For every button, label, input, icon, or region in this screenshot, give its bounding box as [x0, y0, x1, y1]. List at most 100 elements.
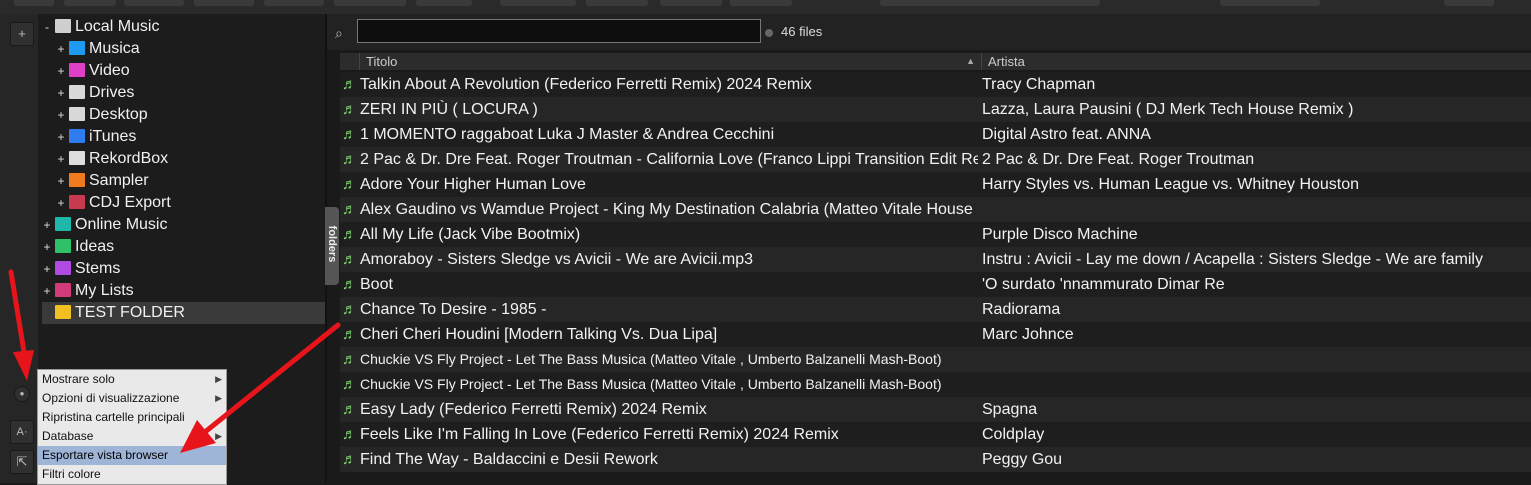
toolbar-button[interactable]	[124, 0, 184, 6]
collapse-icon[interactable]: -	[42, 16, 52, 38]
status-dot-icon	[765, 28, 773, 37]
track-row[interactable]: ♬ 1 MOMENTO raggaboat Luka J Master & And…	[340, 122, 1531, 147]
star-folder-icon	[55, 304, 71, 319]
track-title: Alex Gaudino vs Wamdue Project - King My…	[360, 201, 978, 218]
toolbar-button[interactable]	[64, 0, 116, 6]
table-header: Titolo ▲ Artista	[340, 53, 1531, 70]
track-row[interactable]: ♬ ZERI IN PIÙ ( LOCURA ) Lazza, Laura Paus…	[340, 97, 1531, 122]
add-folder-button[interactable]: +	[10, 22, 34, 46]
track-row[interactable]: ♬ Chuckie VS Fly Project - Let The Bass M…	[340, 372, 1531, 397]
tree-item-stems[interactable]: + Stems	[42, 258, 120, 280]
search-input[interactable]	[357, 19, 761, 43]
tree-item-itunes[interactable]: + iTunes	[56, 126, 136, 148]
expand-icon[interactable]: +	[56, 170, 66, 192]
title-column-header[interactable]: Titolo ▲	[360, 53, 982, 70]
expand-icon[interactable]: +	[56, 38, 66, 60]
toolbar-button[interactable]	[14, 0, 54, 6]
tree-item-label: TEST FOLDER	[75, 304, 185, 321]
track-title: Adore Your Higher Human Love	[360, 176, 586, 193]
tree-item-label: CDJ Export	[89, 194, 171, 211]
menu-item-filtri-colore[interactable]: Filtri colore	[38, 465, 226, 484]
expand-icon[interactable]: +	[42, 280, 52, 302]
track-artist: Tracy Chapman	[982, 76, 1096, 93]
track-artist: Lazza, Laura Pausini ( DJ Merk Tech Hous…	[982, 101, 1354, 118]
toolbar-button[interactable]	[1220, 0, 1320, 6]
submenu-arrow-icon: ▶	[215, 431, 222, 441]
toolbar-button[interactable]	[500, 0, 576, 6]
folders-tab[interactable]: folders	[325, 207, 339, 285]
expand-icon[interactable]: +	[42, 214, 52, 236]
globe-icon	[55, 216, 71, 231]
toolbar-button[interactable]	[660, 0, 722, 6]
expand-icon[interactable]: +	[56, 82, 66, 104]
toolbar-button[interactable]	[880, 0, 1100, 6]
expand-icon[interactable]: +	[56, 104, 66, 126]
menu-item-database[interactable]: Database ▶	[38, 427, 226, 446]
tree-item-label: iTunes	[89, 128, 137, 145]
music-note-icon: ♬	[342, 76, 357, 93]
menu-item-label: Filtri colore	[42, 467, 101, 481]
options-dot-button[interactable]: ●	[14, 386, 30, 402]
track-row[interactable]: ♬ 2 Pac & Dr. Dre Feat. Roger Troutman - …	[340, 147, 1531, 172]
track-row[interactable]: ♬ Find The Way - Baldaccini e Desii Rewor…	[340, 447, 1531, 472]
tree-item-label: Drives	[89, 84, 135, 101]
expand-icon[interactable]: +	[56, 148, 66, 170]
toolbar-button[interactable]	[1444, 0, 1494, 6]
tree-item-musica[interactable]: + Musica	[56, 38, 139, 60]
expand-icon[interactable]: +	[56, 126, 66, 148]
tree-item-test-folder[interactable]: TEST FOLDER	[42, 302, 325, 324]
tree-item-video[interactable]: + Video	[56, 60, 129, 82]
track-row[interactable]: ♬ Boot 'O surdato 'nnammurato Dimar Re	[340, 272, 1531, 297]
track-row[interactable]: ♬ Adore Your Higher Human Love Harry Style…	[340, 172, 1531, 197]
track-row[interactable]: ♬ Chance To Desire - 1985 - Radiorama	[340, 297, 1531, 322]
search-icon[interactable]: ⌕	[335, 25, 349, 41]
menu-item-mostrare-solo[interactable]: Mostrare solo ▶	[38, 370, 226, 389]
track-artist: Radiorama	[982, 301, 1061, 318]
toolbar-button[interactable]	[194, 0, 254, 6]
toolbar-button[interactable]	[730, 0, 792, 6]
expand-icon[interactable]: +	[42, 258, 52, 280]
toolbar-button[interactable]	[416, 0, 472, 6]
expand-icon[interactable]: +	[56, 60, 66, 82]
tree-item-sampler[interactable]: + Sampler	[56, 170, 148, 192]
track-artist: Instru : Avicii - Lay me down / Acapella…	[982, 251, 1483, 268]
tree-item-label: Stems	[75, 260, 121, 277]
menu-item-esportare-vista-browser[interactable]: Esportare vista browser	[38, 446, 226, 465]
tree-item-ideas[interactable]: + Ideas	[42, 236, 114, 258]
sampler-grid-icon	[69, 172, 85, 187]
track-row[interactable]: ♬ Easy Lady (Federico Ferretti Remix) 202…	[340, 397, 1531, 422]
tree-item-my-lists[interactable]: + My Lists	[42, 280, 133, 302]
font-size-button[interactable]: A·	[10, 420, 34, 444]
track-title: Easy Lady (Federico Ferretti Remix) 2024…	[360, 401, 707, 418]
tree-item-drives[interactable]: + Drives	[56, 82, 134, 104]
artist-column-header[interactable]: Artista	[982, 53, 1531, 70]
menu-item-opzioni-di-visualizzazione[interactable]: Opzioni di visualizzazione ▶	[38, 389, 226, 408]
submenu-arrow-icon: ▶	[215, 374, 222, 384]
tree-item-online-music[interactable]: + Online Music	[42, 214, 167, 236]
track-title: All My Life (Jack Vibe Bootmix)	[360, 226, 581, 243]
toolbar-button[interactable]	[586, 0, 648, 6]
menu-item-ripristina-cartelle-principali[interactable]: Ripristina cartelle principali	[38, 408, 226, 427]
track-row[interactable]: ♬ Amoraboy - Sisters Sledge vs Avicii - W…	[340, 247, 1531, 272]
tree-item-desktop[interactable]: + Desktop	[56, 104, 147, 126]
toolbar-button[interactable]	[334, 0, 406, 6]
track-artist: Coldplay	[982, 426, 1045, 443]
track-row[interactable]: ♬ All My Life (Jack Vibe Bootmix) Purple D…	[340, 222, 1531, 247]
track-row[interactable]: ♬ Feels Like I'm Falling In Love (Federic…	[340, 422, 1531, 447]
expand-icon[interactable]: +	[42, 236, 52, 258]
music-note-icon: ♬	[342, 226, 357, 243]
tree-item-cdj-export[interactable]: + CDJ Export	[56, 192, 171, 214]
track-row[interactable]: ♬ Chuckie VS Fly Project - Let The Bass M…	[340, 347, 1531, 372]
track-row[interactable]: ♬ Talkin About A Revolution (Federico Fer…	[340, 72, 1531, 97]
cdj-icon	[69, 194, 85, 209]
track-row[interactable]: ♬ Alex Gaudino vs Wamdue Project - King M…	[340, 197, 1531, 222]
expand-icon[interactable]: +	[56, 192, 66, 214]
tree-item-local-music[interactable]: - Local Music	[42, 16, 159, 38]
export-window-button[interactable]: ⇱	[10, 450, 34, 474]
track-row[interactable]: ♬ Cheri Cheri Houdini [Modern Talking Vs.…	[340, 322, 1531, 347]
tree-item-label: Online Music	[75, 216, 168, 233]
music-note-icon: ♬	[342, 276, 357, 293]
toolbar-button[interactable]	[264, 0, 324, 6]
icon-column-header[interactable]	[340, 53, 360, 70]
tree-item-rekordbox[interactable]: + RekordBox	[56, 148, 168, 170]
